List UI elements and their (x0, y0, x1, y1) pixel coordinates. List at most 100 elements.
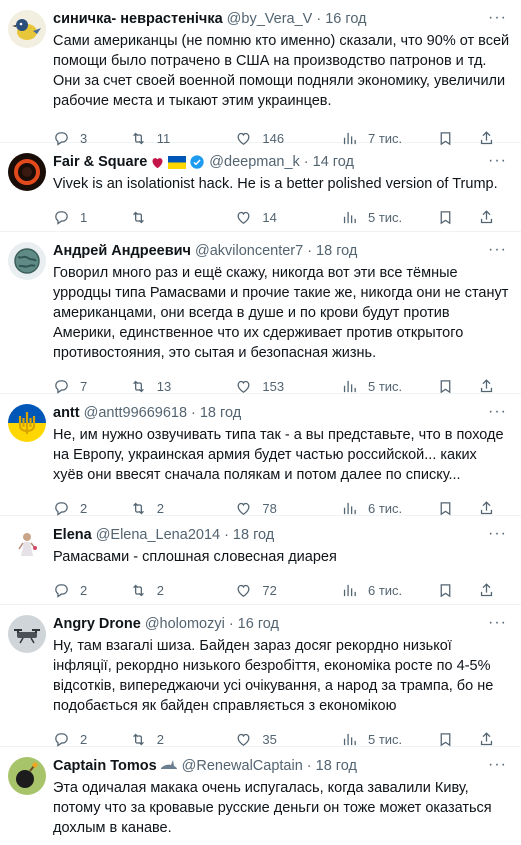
timestamp[interactable]: 18 год (233, 526, 274, 544)
bookmark-button[interactable] (437, 378, 464, 395)
views-button[interactable]: 5 тис. (341, 731, 437, 748)
timestamp[interactable]: 18 год (200, 404, 241, 422)
action-bar: 2 2 72 6 тис. (53, 571, 511, 609)
more-options-icon[interactable]: ··· (488, 614, 507, 632)
globe-avatar-icon (8, 242, 46, 280)
like-button[interactable]: 78 (235, 500, 341, 517)
avatar[interactable] (8, 526, 46, 564)
bar-chart-icon (341, 582, 358, 599)
avatar[interactable] (8, 153, 46, 191)
avatar[interactable] (8, 757, 46, 795)
username[interactable]: @RenewalCaptain (182, 757, 303, 775)
view-count: 6 тис. (367, 582, 403, 598)
username[interactable]: @antt99669618 (84, 404, 187, 422)
tweet-header: Captain Tomos @RenewalCaptain · 18 год (53, 757, 511, 775)
share-icon (478, 731, 495, 748)
share-button[interactable] (478, 378, 505, 395)
share-button[interactable] (478, 500, 505, 517)
tweet-text: Говорил много раз и ещё скажу, никогда в… (53, 265, 509, 361)
retweet-icon (130, 582, 147, 599)
retweet-button[interactable]: 13 (130, 378, 236, 395)
avatar[interactable] (8, 10, 46, 48)
separator-dot: · (303, 154, 309, 170)
like-button[interactable]: 14 (235, 209, 341, 226)
username[interactable]: @by_Vera_V (227, 10, 313, 28)
username[interactable]: @holomozyi (145, 615, 225, 633)
heart-emoji-icon (150, 155, 165, 170)
reply-button[interactable]: 7 (53, 378, 130, 395)
timestamp[interactable]: 16 год (325, 10, 366, 28)
more-options-icon[interactable]: ··· (488, 525, 507, 543)
reply-button[interactable]: 2 (53, 582, 130, 599)
tweet-text: Не, им нужно озвучивать типа так - а вы … (53, 427, 504, 483)
tweet[interactable]: Angry Drone @holomozyi · 16 год ··· Ну, … (0, 605, 521, 747)
username[interactable]: @deepman_k (209, 153, 300, 171)
share-button[interactable] (478, 209, 505, 226)
action-bar: 1 14 5 тис. (53, 198, 511, 236)
bookmark-button[interactable] (437, 209, 464, 226)
retweet-button[interactable] (130, 209, 236, 226)
more-options-icon[interactable]: ··· (488, 756, 507, 774)
more-options-icon[interactable]: ··· (488, 241, 507, 259)
username[interactable]: @akviloncenter7 (195, 242, 303, 260)
bookmark-button[interactable] (437, 731, 464, 748)
tweet[interactable]: Captain Tomos @RenewalCaptain · 18 год ·… (0, 747, 521, 845)
share-icon (478, 209, 495, 226)
view-count: 6 тис. (367, 500, 403, 516)
share-button[interactable] (478, 731, 505, 748)
tweet[interactable]: Fair & Square @deepman_k · 14 год ··· Vi… (0, 143, 521, 232)
tweet-header: antt @antt99669618 · 18 год (53, 404, 511, 422)
timestamp[interactable]: 16 год (238, 615, 279, 633)
avatar[interactable] (8, 242, 46, 280)
view-count: 5 тис. (367, 209, 403, 225)
bookmark-button[interactable] (437, 582, 464, 599)
display-name[interactable]: Fair & Square (53, 153, 147, 171)
views-button[interactable]: 5 тис. (341, 378, 437, 395)
retweet-button[interactable]: 2 (130, 731, 236, 748)
like-button[interactable]: 153 (235, 378, 341, 395)
bookmark-icon (437, 582, 454, 599)
username[interactable]: @Elena_Lena2014 (96, 526, 220, 544)
timestamp[interactable]: 14 год (313, 153, 354, 171)
bookmark-button[interactable] (437, 500, 464, 517)
views-button[interactable]: 6 тис. (341, 582, 437, 599)
more-options-icon[interactable]: ··· (488, 9, 507, 27)
view-count: 5 тис. (367, 378, 403, 394)
retweet-button[interactable]: 2 (130, 582, 236, 599)
tweet[interactable]: antt @antt99669618 · 18 год ··· Не, им н… (0, 394, 521, 516)
display-name[interactable]: Captain Tomos (53, 757, 157, 775)
like-button[interactable]: 72 (235, 582, 341, 599)
timestamp[interactable]: 18 год (316, 757, 357, 775)
display-name[interactable]: Elena (53, 526, 92, 544)
tweet[interactable]: Андрей Андреевич @akviloncenter7 · 18 го… (0, 232, 521, 394)
tweet[interactable]: Elena @Elena_Lena2014 · 18 год ··· Рамас… (0, 516, 521, 605)
views-button[interactable]: 6 тис. (341, 500, 437, 517)
share-button[interactable] (478, 582, 505, 599)
heart-icon (235, 500, 252, 517)
display-name[interactable]: Андрей Андреевич (53, 242, 191, 260)
views-button[interactable]: 5 тис. (341, 209, 437, 226)
reply-button[interactable]: 2 (53, 500, 130, 517)
tweet[interactable]: синичка- неврастенічка @by_Vera_V · 16 г… (0, 0, 521, 146)
display-name[interactable]: Angry Drone (53, 615, 141, 633)
like-count: 78 (262, 500, 277, 516)
retweet-button[interactable]: 2 (130, 500, 236, 517)
more-options-icon[interactable]: ··· (488, 403, 507, 421)
avatar[interactable] (8, 404, 46, 442)
reply-button[interactable]: 2 (53, 731, 130, 748)
like-button[interactable]: 35 (235, 731, 341, 748)
heart-icon (235, 378, 252, 395)
reply-button[interactable]: 1 (53, 209, 130, 226)
tweet-text: Ну, там взагалі шиза. Байден зараз досяг… (53, 638, 494, 714)
retweet-icon (130, 731, 147, 748)
avatar[interactable] (8, 615, 46, 653)
display-name[interactable]: antt (53, 404, 80, 422)
separator-dot: · (191, 405, 196, 421)
verified-badge-icon (189, 154, 205, 170)
tweet-header: Angry Drone @holomozyi · 16 год (53, 615, 511, 633)
bomb-avatar-icon (8, 757, 46, 795)
display-name[interactable]: синичка- неврастенічка (53, 10, 223, 28)
timestamp[interactable]: 18 год (316, 242, 357, 260)
bookmark-icon (437, 731, 454, 748)
more-options-icon[interactable]: ··· (488, 152, 507, 170)
